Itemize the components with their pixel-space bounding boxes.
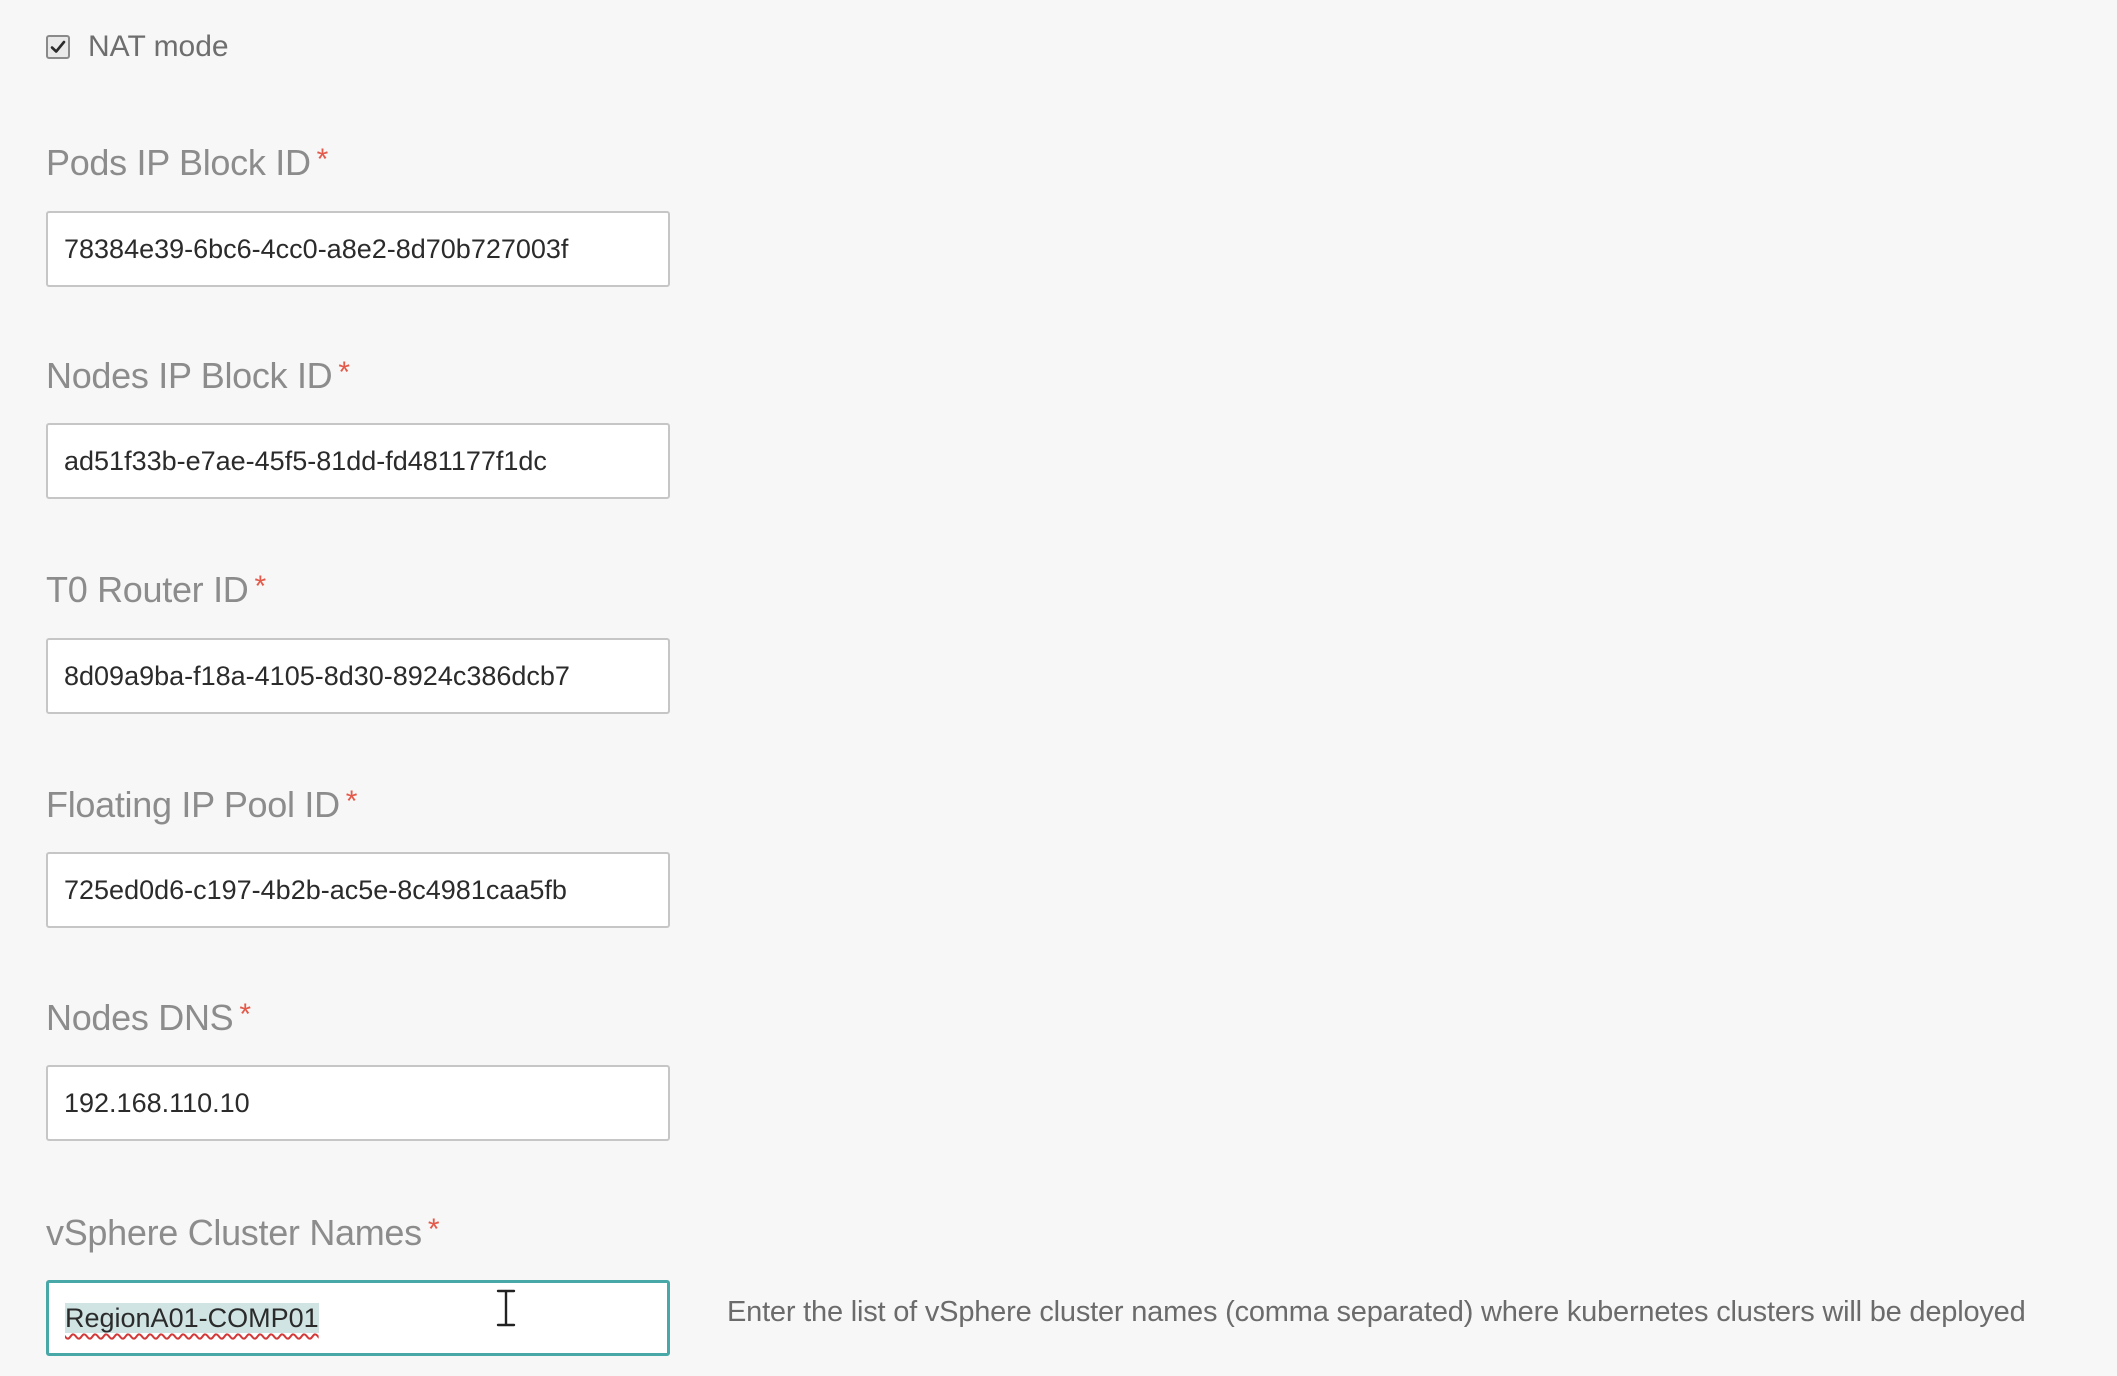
floating-ip-pool-field: Floating IP Pool ID * 725ed0d6-c197-4b2b-… (46, 780, 670, 928)
vsphere-cluster-names-helper: Enter the list of vSphere cluster names … (727, 1296, 2026, 1328)
pods-ip-block-input[interactable]: 78384e39-6bc6-4cc0-a8e2-8d70b727003f (46, 211, 670, 287)
selected-input-text: RegionA01-COMP01 (65, 1303, 319, 1333)
checkmark-icon (50, 40, 66, 53)
t0-router-input[interactable]: 8d09a9ba-f18a-4105-8d30-8924c386dcb7 (46, 638, 670, 714)
pods-ip-block-field: Pods IP Block ID * 78384e39-6bc6-4cc0-a8e… (46, 138, 670, 287)
nodes-ip-block-input[interactable]: ad51f33b-e7ae-45f5-81dd-fd481177f1dc (46, 423, 670, 499)
vsphere-cluster-names-field: vSphere Cluster Names * RegionA01-COMP01 (46, 1208, 670, 1356)
nodes-dns-input[interactable]: 192.168.110.10 (46, 1065, 670, 1141)
required-marker: * (316, 143, 329, 176)
required-marker: * (427, 1213, 440, 1246)
nat-mode-checkbox[interactable] (46, 35, 70, 59)
t0-router-field: T0 Router ID * 8d09a9ba-f18a-4105-8d30-89… (46, 565, 670, 714)
text-cursor-icon (496, 1289, 516, 1327)
nat-mode-option[interactable]: NAT mode (46, 30, 229, 64)
nodes-ip-block-label: Nodes IP Block ID * (46, 355, 350, 396)
vsphere-cluster-names-input[interactable]: RegionA01-COMP01 (46, 1280, 670, 1356)
vsphere-cluster-names-label: vSphere Cluster Names * (46, 1212, 440, 1253)
required-marker: * (239, 998, 251, 1031)
nat-mode-label: NAT mode (88, 30, 229, 63)
nodes-dns-field: Nodes DNS * 192.168.110.10 (46, 993, 670, 1141)
nodes-ip-block-field: Nodes IP Block ID * ad51f33b-e7ae-45f5-81… (46, 351, 670, 499)
nodes-dns-label: Nodes DNS * (46, 997, 251, 1038)
t0-router-label: T0 Router ID * (46, 569, 266, 610)
required-marker: * (254, 570, 266, 603)
pods-ip-block-label: Pods IP Block ID * (46, 142, 329, 183)
floating-ip-pool-input[interactable]: 725ed0d6-c197-4b2b-ac5e-8c4981caa5fb (46, 852, 670, 928)
required-marker: * (338, 356, 350, 389)
required-marker: * (345, 785, 358, 818)
floating-ip-pool-label: Floating IP Pool ID * (46, 784, 358, 825)
